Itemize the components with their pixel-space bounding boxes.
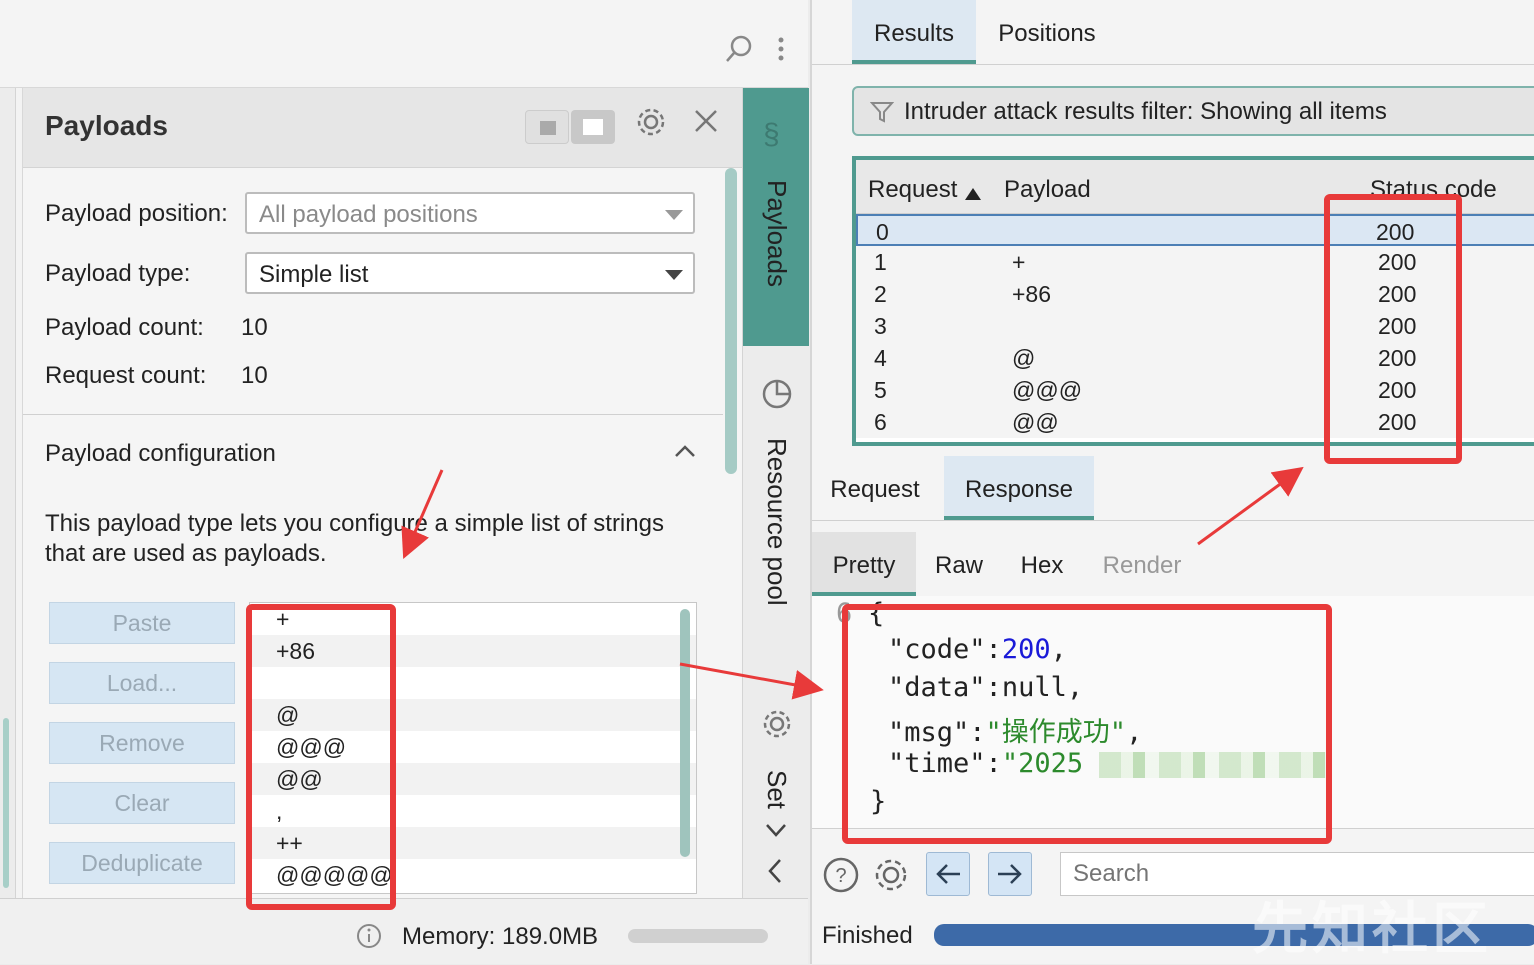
arrow-to-description: [401, 469, 444, 560]
annotation-arrows: [401, 466, 1304, 700]
arrow-to-response: [679, 662, 824, 700]
arrow-to-status-codes: [1197, 466, 1304, 546]
